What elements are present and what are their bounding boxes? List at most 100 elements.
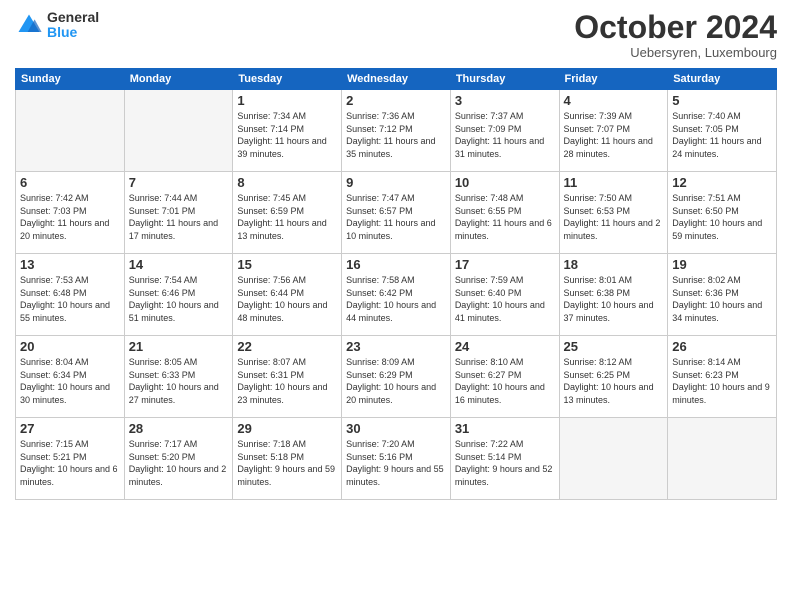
day-number: 23 [346,339,446,354]
calendar-cell: 10 Sunrise: 7:48 AM Sunset: 6:55 PM Dayli… [450,172,559,254]
calendar-cell: 18Sunrise: 8:01 AM Sunset: 6:38 PM Dayli… [559,254,668,336]
day-number: 12 [672,175,772,190]
calendar-cell: 16Sunrise: 7:58 AM Sunset: 6:42 PM Dayli… [342,254,451,336]
calendar-cell: 6Sunrise: 7:42 AM Sunset: 7:03 PM Daylig… [16,172,125,254]
calendar-week-row: 6Sunrise: 7:42 AM Sunset: 7:03 PM Daylig… [16,172,777,254]
day-number: 22 [237,339,337,354]
calendar-cell: 7Sunrise: 7:44 AM Sunset: 7:01 PM Daylig… [124,172,233,254]
day-info: Sunrise: 7:54 AM Sunset: 6:46 PM Dayligh… [129,274,229,324]
calendar-cell: 1Sunrise: 7:34 AM Sunset: 7:14 PM Daylig… [233,90,342,172]
day-info: Sunrise: 7:36 AM Sunset: 7:12 PM Dayligh… [346,110,446,160]
day-info: Sunrise: 8:09 AM Sunset: 6:29 PM Dayligh… [346,356,446,406]
calendar-cell [559,418,668,500]
calendar-cell: 31Sunrise: 7:22 AM Sunset: 5:14 PM Dayli… [450,418,559,500]
calendar-cell: 27Sunrise: 7:15 AM Sunset: 5:21 PM Dayli… [16,418,125,500]
day-number: 11 [564,175,664,190]
day-number: 19 [672,257,772,272]
day-number: 28 [129,421,229,436]
day-number: 4 [564,93,664,108]
calendar-cell: 11Sunrise: 7:50 AM Sunset: 6:53 PM Dayli… [559,172,668,254]
day-info: Sunrise: 7:45 AM Sunset: 6:59 PM Dayligh… [237,192,337,242]
day-number: 2 [346,93,446,108]
day-info: Sunrise: 7:42 AM Sunset: 7:03 PM Dayligh… [20,192,120,242]
calendar-cell: 26 Sunrise: 8:14 AM Sunset: 6:23 PM Dayli… [668,336,777,418]
day-number: 17 [455,257,555,272]
day-info: Sunrise: 8:02 AM Sunset: 6:36 PM Dayligh… [672,274,772,324]
calendar-cell: 3 Sunrise: 7:37 AM Sunset: 7:09 PM Daylig… [450,90,559,172]
calendar-cell: 2 Sunrise: 7:36 AM Sunset: 7:12 PM Daylig… [342,90,451,172]
calendar-cell: 5 Sunrise: 7:40 AM Sunset: 7:05 PM Daylig… [668,90,777,172]
day-number: 15 [237,257,337,272]
logo: General Blue [15,10,99,41]
calendar-weekday-header: Thursday [450,69,559,90]
calendar-cell: 29 Sunrise: 7:18 AM Sunset: 5:18 PM Dayli… [233,418,342,500]
day-info: Sunrise: 8:05 AM Sunset: 6:33 PM Dayligh… [129,356,229,406]
day-number: 29 [237,421,337,436]
day-number: 24 [455,339,555,354]
day-number: 31 [455,421,555,436]
calendar-week-row: 20Sunrise: 8:04 AM Sunset: 6:34 PM Dayli… [16,336,777,418]
calendar-cell: 24 Sunrise: 8:10 AM Sunset: 6:27 PM Dayli… [450,336,559,418]
calendar-cell: 15Sunrise: 7:56 AM Sunset: 6:44 PM Dayli… [233,254,342,336]
day-info: Sunrise: 8:12 AM Sunset: 6:25 PM Dayligh… [564,356,664,406]
day-number: 25 [564,339,664,354]
day-info: Sunrise: 7:47 AM Sunset: 6:57 PM Dayligh… [346,192,446,242]
day-number: 5 [672,93,772,108]
calendar-week-row: 1Sunrise: 7:34 AM Sunset: 7:14 PM Daylig… [16,90,777,172]
calendar-table: SundayMondayTuesdayWednesdayThursdayFrid… [15,68,777,500]
day-info: Sunrise: 7:59 AM Sunset: 6:40 PM Dayligh… [455,274,555,324]
calendar-weekday-header: Monday [124,69,233,90]
day-number: 8 [237,175,337,190]
day-number: 20 [20,339,120,354]
calendar-cell: 13Sunrise: 7:53 AM Sunset: 6:48 PM Dayli… [16,254,125,336]
logo-general: General [47,10,99,25]
calendar-cell: 25 Sunrise: 8:12 AM Sunset: 6:25 PM Dayli… [559,336,668,418]
calendar-cell [668,418,777,500]
day-number: 9 [346,175,446,190]
calendar-cell: 19 Sunrise: 8:02 AM Sunset: 6:36 PM Dayli… [668,254,777,336]
calendar-weekday-header: Sunday [16,69,125,90]
calendar-week-row: 13Sunrise: 7:53 AM Sunset: 6:48 PM Dayli… [16,254,777,336]
day-info: Sunrise: 8:14 AM Sunset: 6:23 PM Dayligh… [672,356,772,406]
day-info: Sunrise: 7:17 AM Sunset: 5:20 PM Dayligh… [129,438,229,488]
calendar-cell [124,90,233,172]
day-info: Sunrise: 7:44 AM Sunset: 7:01 PM Dayligh… [129,192,229,242]
day-info: Sunrise: 7:20 AM Sunset: 5:16 PM Dayligh… [346,438,446,488]
calendar-weekday-header: Friday [559,69,668,90]
calendar-cell: 30 Sunrise: 7:20 AM Sunset: 5:16 PM Dayli… [342,418,451,500]
day-info: Sunrise: 7:18 AM Sunset: 5:18 PM Dayligh… [237,438,337,488]
day-info: Sunrise: 7:37 AM Sunset: 7:09 PM Dayligh… [455,110,555,160]
calendar-cell: 12Sunrise: 7:51 AM Sunset: 6:50 PM Dayli… [668,172,777,254]
day-number: 30 [346,421,446,436]
day-number: 18 [564,257,664,272]
day-number: 27 [20,421,120,436]
day-info: Sunrise: 7:48 AM Sunset: 6:55 PM Dayligh… [455,192,555,242]
day-info: Sunrise: 8:07 AM Sunset: 6:31 PM Dayligh… [237,356,337,406]
calendar-weekday-header: Tuesday [233,69,342,90]
calendar-cell: 8 Sunrise: 7:45 AM Sunset: 6:59 PM Daylig… [233,172,342,254]
calendar-cell: 4 Sunrise: 7:39 AM Sunset: 7:07 PM Daylig… [559,90,668,172]
month-title: October 2024 [574,10,777,45]
logo-blue: Blue [47,25,99,40]
day-number: 10 [455,175,555,190]
day-info: Sunrise: 7:40 AM Sunset: 7:05 PM Dayligh… [672,110,772,160]
day-number: 3 [455,93,555,108]
day-info: Sunrise: 7:34 AM Sunset: 7:14 PM Dayligh… [237,110,337,160]
calendar-weekday-header: Saturday [668,69,777,90]
calendar-cell: 9 Sunrise: 7:47 AM Sunset: 6:57 PM Daylig… [342,172,451,254]
calendar-cell: 14 Sunrise: 7:54 AM Sunset: 6:46 PM Dayli… [124,254,233,336]
calendar-cell: 21 Sunrise: 8:05 AM Sunset: 6:33 PM Dayli… [124,336,233,418]
calendar-weekday-header: Wednesday [342,69,451,90]
calendar-cell: 23 Sunrise: 8:09 AM Sunset: 6:29 PM Dayli… [342,336,451,418]
day-number: 14 [129,257,229,272]
calendar-header-row: SundayMondayTuesdayWednesdayThursdayFrid… [16,69,777,90]
day-info: Sunrise: 8:10 AM Sunset: 6:27 PM Dayligh… [455,356,555,406]
subtitle: Uebersyren, Luxembourg [574,45,777,60]
day-info: Sunrise: 7:39 AM Sunset: 7:07 PM Dayligh… [564,110,664,160]
logo-text: General Blue [47,10,99,41]
day-number: 21 [129,339,229,354]
calendar-cell: 20Sunrise: 8:04 AM Sunset: 6:34 PM Dayli… [16,336,125,418]
logo-icon [15,11,43,39]
calendar-cell [16,90,125,172]
day-number: 26 [672,339,772,354]
